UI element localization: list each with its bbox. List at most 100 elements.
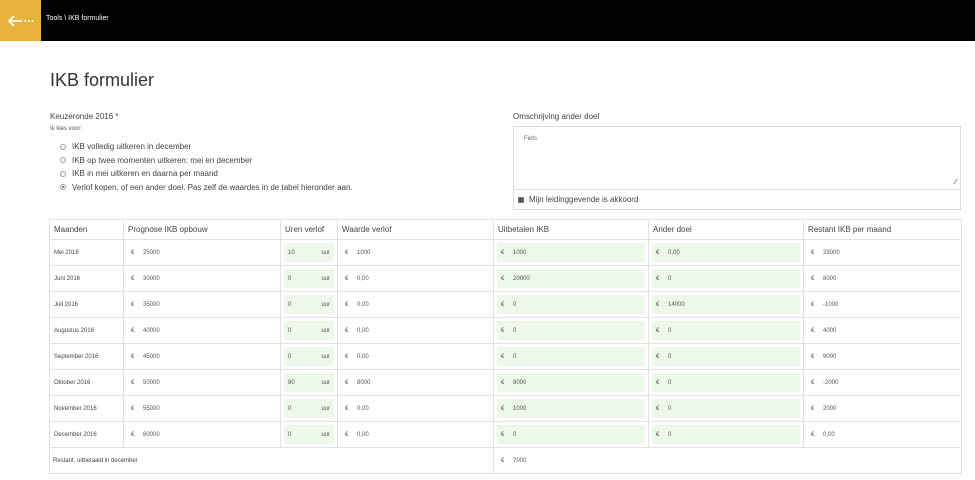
uitbetalen-ikb-input[interactable]: €8000 bbox=[497, 373, 645, 392]
cell-value: 0 bbox=[668, 431, 672, 438]
ander-doel-input[interactable]: €0 bbox=[652, 373, 800, 392]
column-header: Ander doel bbox=[648, 219, 804, 240]
keuze-option[interactable]: IKB op twee momenten uitkeren: mei en de… bbox=[60, 154, 470, 168]
waarde-verlof-value: €0,00 bbox=[341, 321, 490, 340]
uren-verlof-input[interactable]: 0 uur bbox=[284, 269, 334, 288]
back-button[interactable] bbox=[0, 0, 41, 41]
ander-doel-input[interactable]: €0 bbox=[652, 321, 800, 340]
cell-value: 23000 bbox=[823, 249, 840, 256]
restant-value: €8000 bbox=[807, 269, 958, 288]
currency-symbol: € bbox=[345, 405, 349, 412]
waarde-verlof-value: €1000 bbox=[341, 243, 490, 262]
currency-symbol: € bbox=[501, 405, 505, 412]
uren-verlof-input[interactable]: 0 uur bbox=[284, 321, 334, 340]
cell-value: 0 bbox=[288, 353, 292, 360]
column-header: Restant IKB per maand bbox=[803, 219, 962, 240]
month-cell: Mei 2016 bbox=[49, 239, 124, 266]
waarde-verlof-value: €0,00 bbox=[341, 295, 490, 314]
uitbetalen-ikb-input[interactable]: €0 bbox=[497, 347, 645, 366]
currency-symbol: € bbox=[131, 301, 135, 308]
omschrijving-textarea[interactable]: Fiets ⁄⁄ bbox=[513, 126, 961, 190]
restant-value: € -2000 bbox=[807, 373, 958, 392]
unit-label: uur bbox=[321, 379, 330, 386]
cell-value: 8000 bbox=[357, 379, 371, 386]
currency-symbol: € bbox=[811, 431, 815, 438]
radio-button[interactable] bbox=[60, 184, 66, 191]
currency-symbol: € bbox=[131, 249, 135, 256]
ander-doel-input[interactable]: €0 bbox=[652, 347, 800, 366]
currency-symbol: € bbox=[656, 405, 660, 412]
month-cell: Juni 2016 bbox=[49, 265, 124, 292]
waarde-verlof-value: €8000 bbox=[341, 373, 490, 392]
cell-value: -2000 bbox=[823, 379, 839, 386]
currency-symbol: € bbox=[345, 275, 349, 282]
currency-symbol: € bbox=[345, 379, 349, 386]
keuze-label: Keuzeronde 2016 * bbox=[50, 112, 119, 121]
breadcrumb[interactable]: Tools \ IKB formulier bbox=[46, 15, 109, 22]
radio-button[interactable] bbox=[60, 170, 66, 177]
currency-symbol: € bbox=[811, 353, 815, 360]
uren-verlof-input[interactable]: 80 uur bbox=[284, 373, 334, 392]
currency-symbol: € bbox=[345, 431, 349, 438]
keuze-option[interactable]: IKB in mei uitkeren en daarna per maand bbox=[60, 167, 470, 181]
currency-symbol: € bbox=[501, 379, 505, 386]
cell-value: 60000 bbox=[143, 431, 160, 438]
ander-doel-input[interactable]: €14000 bbox=[652, 295, 800, 314]
table-row: November 2016 €55000 0 uur €0,00 €1000 €0 €2000 bbox=[49, 395, 962, 422]
keuze-option[interactable]: Verlof kopen, of een ander doel. Pas zel… bbox=[60, 181, 470, 195]
uitbetalen-ikb-input[interactable]: €0 bbox=[497, 295, 645, 314]
cell-value: 0 bbox=[288, 301, 292, 308]
cell-value: 0,00 bbox=[357, 353, 369, 360]
uren-verlof-input[interactable]: 0 uur bbox=[284, 295, 334, 314]
prognose-value: €30000 bbox=[127, 269, 277, 288]
cell-value: 4000 bbox=[823, 327, 837, 334]
cell-value: 1000 bbox=[357, 249, 371, 256]
month-cell: December 2016 bbox=[49, 421, 124, 448]
column-header: Uitbetalen IKB bbox=[493, 219, 649, 240]
uren-verlof-input[interactable]: 10 uur bbox=[284, 243, 334, 262]
currency-symbol: € bbox=[345, 301, 349, 308]
cell-value: 0 bbox=[668, 379, 672, 386]
ander-doel-input[interactable]: €0 bbox=[652, 425, 800, 444]
ander-doel-input[interactable]: €0 bbox=[652, 399, 800, 418]
restant-value: €4000 bbox=[807, 321, 958, 340]
uitbetalen-ikb-input[interactable]: €1000 bbox=[497, 399, 645, 418]
currency-symbol: € bbox=[656, 431, 660, 438]
approval-checkbox-row[interactable]: Mijn leidinggevende is akkoord bbox=[513, 190, 961, 210]
restant-value: €23000 bbox=[807, 243, 958, 262]
cell-value: 8000 bbox=[513, 379, 527, 386]
unit-label: uur bbox=[321, 301, 330, 308]
radio-button[interactable] bbox=[60, 157, 66, 164]
restant-value: €9000 bbox=[807, 347, 958, 366]
currency-symbol: € bbox=[811, 327, 815, 334]
ander-doel-input[interactable]: €0 bbox=[652, 269, 800, 288]
waarde-verlof-value: €0,00 bbox=[341, 425, 490, 444]
currency-symbol: € bbox=[501, 431, 505, 438]
radio-button[interactable] bbox=[60, 143, 66, 150]
uren-verlof-input[interactable]: 0 uur bbox=[284, 347, 334, 366]
table-row: Juni 2016 €30000 0 uur €0,00 €20000 €0 €8000 bbox=[49, 265, 962, 292]
uren-verlof-input[interactable]: 0 uur bbox=[284, 425, 334, 444]
unit-label: uur bbox=[321, 275, 330, 282]
cell-value: 2000 bbox=[823, 405, 837, 412]
restant-value: €0,00 bbox=[807, 425, 958, 444]
resize-grip-icon[interactable]: ⁄⁄ bbox=[955, 179, 957, 186]
table-row: Oktober 2016 €50000 80 uur €8000 €8000 €0 € -200… bbox=[49, 369, 962, 396]
uitbetalen-ikb-input[interactable]: €20000 bbox=[497, 269, 645, 288]
approval-checkbox[interactable] bbox=[518, 196, 524, 203]
prognose-value: €60000 bbox=[127, 425, 277, 444]
ander-doel-input[interactable]: €0,00 bbox=[652, 243, 800, 262]
uitbetalen-ikb-input[interactable]: €1000 bbox=[497, 243, 645, 262]
keuze-option[interactable]: IKB volledig uitkeren in december bbox=[60, 140, 470, 154]
uren-verlof-input[interactable]: 0 uur bbox=[284, 399, 334, 418]
cell-value: 0 bbox=[668, 405, 672, 412]
currency-symbol: € bbox=[501, 457, 505, 464]
cell-value: 80 bbox=[288, 379, 295, 386]
cell-value: 0 bbox=[513, 353, 517, 360]
currency-symbol: € bbox=[811, 405, 815, 412]
uitbetalen-ikb-input[interactable]: €0 bbox=[497, 425, 645, 444]
cell-value: 55000 bbox=[143, 405, 160, 412]
currency-symbol: € bbox=[501, 249, 505, 256]
cell-value: 0 bbox=[513, 431, 517, 438]
uitbetalen-ikb-input[interactable]: €0 bbox=[497, 321, 645, 340]
